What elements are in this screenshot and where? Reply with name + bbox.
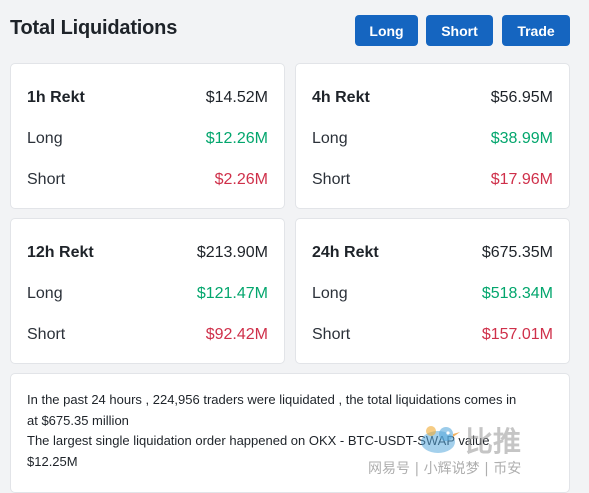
- watermark-bird-icon: [418, 422, 460, 461]
- page-title: Total Liquidations: [10, 17, 178, 39]
- long-label: Long: [312, 130, 348, 147]
- card-header-row: 24h Rekt $675.35M: [312, 241, 553, 265]
- card-4h-rekt: 4h Rekt $56.95M Long $38.99M Short $17.9…: [295, 63, 570, 209]
- total-value: $213.90M: [196, 244, 268, 261]
- card-12h-rekt: 12h Rekt $213.90M Long $121.47M Short $9…: [10, 218, 285, 364]
- short-value: $2.26M: [214, 171, 268, 188]
- long-row: Long $518.34M: [312, 282, 553, 306]
- short-row: Short $157.01M: [312, 323, 553, 347]
- summary-line: $12.25M: [27, 454, 78, 469]
- long-label: Long: [312, 285, 348, 302]
- short-label: Short: [312, 171, 351, 188]
- card-title: 24h Rekt: [312, 244, 379, 261]
- total-value: $14.52M: [205, 89, 268, 106]
- summary-line: at $675.35 million: [27, 413, 129, 428]
- long-value: $38.99M: [490, 130, 553, 147]
- trade-button[interactable]: Trade: [502, 15, 570, 46]
- long-button[interactable]: Long: [355, 15, 418, 46]
- short-value: $157.01M: [481, 326, 553, 343]
- long-value: $518.34M: [481, 285, 553, 302]
- long-label: Long: [27, 130, 63, 147]
- short-label: Short: [27, 326, 66, 343]
- short-label: Short: [27, 171, 66, 188]
- card-1h-rekt: 1h Rekt $14.52M Long $12.26M Short $2.26…: [10, 63, 285, 209]
- short-value: $17.96M: [490, 171, 553, 188]
- card-header-row: 4h Rekt $56.95M: [312, 86, 553, 110]
- short-row: Short $17.96M: [312, 168, 553, 192]
- short-label: Short: [312, 326, 351, 343]
- summary-line: In the past 24 hours , 224,956 traders w…: [27, 392, 517, 407]
- long-label: Long: [27, 285, 63, 302]
- short-value: $92.42M: [205, 326, 268, 343]
- long-value: $12.26M: [205, 130, 268, 147]
- card-title: 12h Rekt: [27, 244, 94, 261]
- short-row: Short $2.26M: [27, 168, 268, 192]
- watermark-caption: 网易号 | 小辉说梦 | 币安: [368, 461, 522, 477]
- total-value: $56.95M: [490, 89, 553, 106]
- card-title: 1h Rekt: [27, 89, 85, 106]
- card-title: 4h Rekt: [312, 89, 370, 106]
- card-24h-rekt: 24h Rekt $675.35M Long $518.34M Short $1…: [295, 218, 570, 364]
- watermark-logo-text: 比推: [465, 425, 522, 458]
- short-row: Short $92.42M: [27, 323, 268, 347]
- short-button[interactable]: Short: [426, 15, 493, 46]
- card-header-row: 1h Rekt $14.52M: [27, 86, 268, 110]
- long-row: Long $12.26M: [27, 127, 268, 151]
- long-row: Long $38.99M: [312, 127, 553, 151]
- long-row: Long $121.47M: [27, 282, 268, 306]
- card-header-row: 12h Rekt $213.90M: [27, 241, 268, 265]
- total-value: $675.35M: [481, 244, 553, 261]
- long-value: $121.47M: [196, 285, 268, 302]
